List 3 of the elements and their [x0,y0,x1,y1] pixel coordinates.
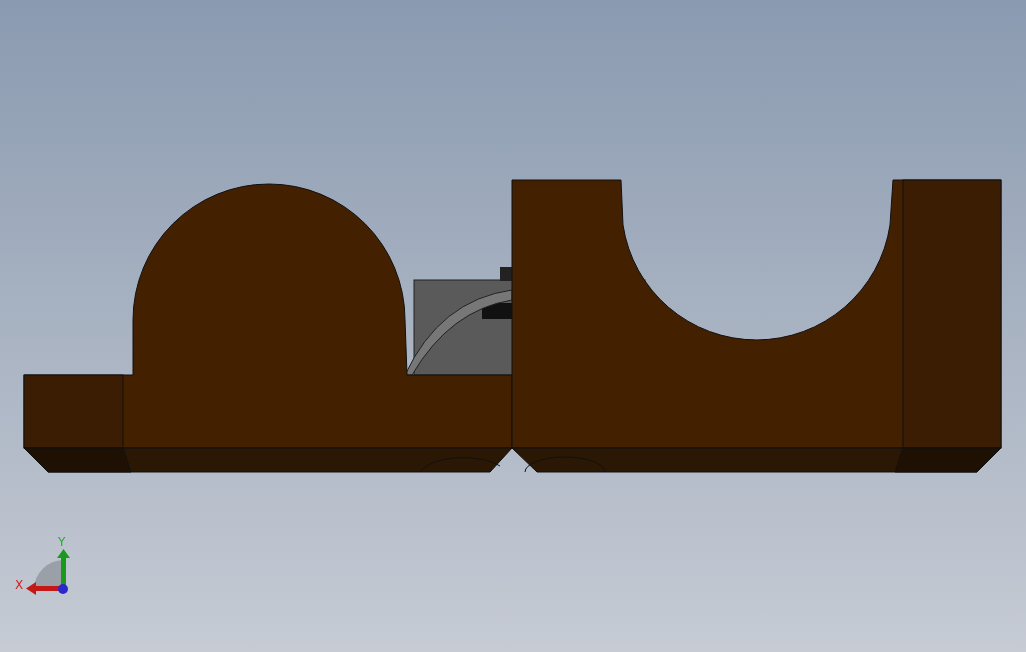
x-axis-label: X [15,578,24,592]
axis-triad-icon [26,549,70,595]
y-axis-label: Y [58,535,66,549]
